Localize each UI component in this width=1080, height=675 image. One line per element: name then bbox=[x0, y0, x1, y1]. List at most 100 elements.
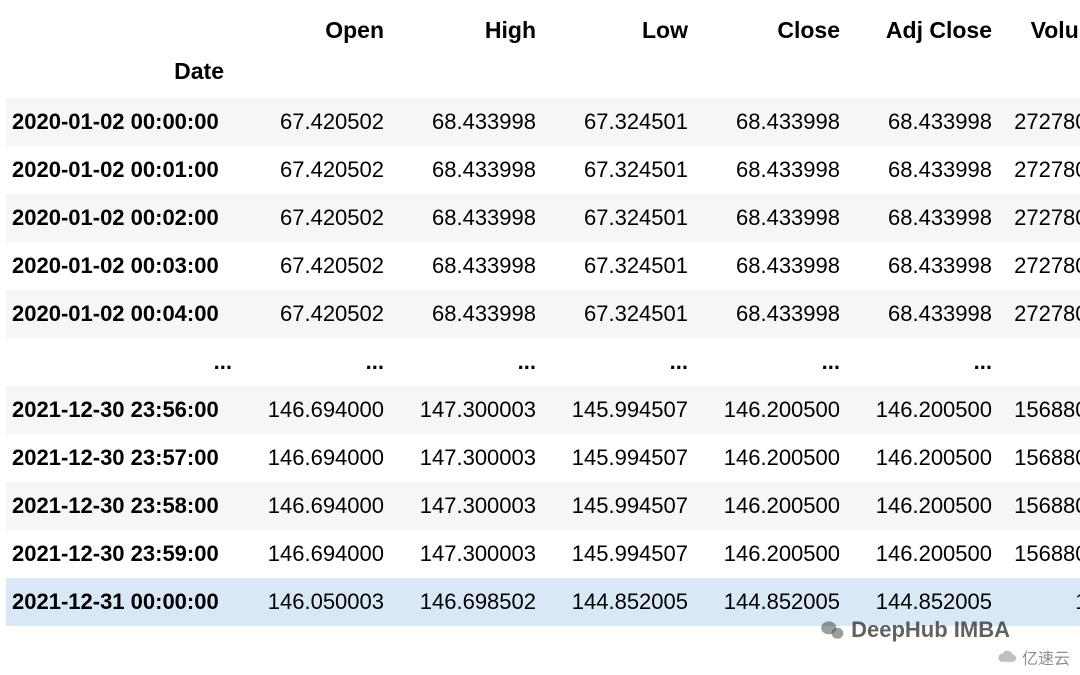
cell: 147.300003 bbox=[384, 386, 536, 434]
col-open: Open bbox=[232, 6, 384, 54]
row-index: 2020-01-02 00:00:00 bbox=[6, 98, 232, 146]
cell: 68.433998 bbox=[688, 98, 840, 146]
cell: 146.050003 bbox=[232, 578, 384, 626]
cell: 27278000 bbox=[992, 194, 1080, 242]
col-adj-close: Adj Close bbox=[840, 6, 992, 54]
cell: 145.994507 bbox=[536, 530, 688, 578]
cell: 15688000 bbox=[992, 434, 1080, 482]
cell: 68.433998 bbox=[688, 290, 840, 338]
cell: 146.200500 bbox=[688, 530, 840, 578]
cell: 68.433998 bbox=[384, 194, 536, 242]
table-row: 2021-12-30 23:56:00146.694000147.3000031… bbox=[6, 386, 1080, 434]
cell: 146.200500 bbox=[840, 530, 992, 578]
table-row: 2020-01-02 00:02:0067.42050268.43399867.… bbox=[6, 194, 1080, 242]
cell: ... bbox=[840, 338, 992, 386]
row-index: 2021-12-30 23:57:00 bbox=[6, 434, 232, 482]
cell: 68.433998 bbox=[688, 146, 840, 194]
cell: 68.433998 bbox=[840, 242, 992, 290]
row-index: 2021-12-31 00:00:00 bbox=[6, 578, 232, 626]
row-index: 2020-01-02 00:03:00 bbox=[6, 242, 232, 290]
row-index: 2020-01-02 00:01:00 bbox=[6, 146, 232, 194]
cell: 68.433998 bbox=[688, 194, 840, 242]
cell: 67.324501 bbox=[536, 290, 688, 338]
cloud-icon bbox=[996, 649, 1018, 665]
ellipsis-row: ..................... bbox=[6, 338, 1080, 386]
row-index: 2020-01-02 00:04:00 bbox=[6, 290, 232, 338]
table-row: 2020-01-02 00:03:0067.42050268.43399867.… bbox=[6, 242, 1080, 290]
cell: 146.200500 bbox=[688, 386, 840, 434]
cell: 147.300003 bbox=[384, 434, 536, 482]
cell: 27278000 bbox=[992, 146, 1080, 194]
cell: 144.852005 bbox=[840, 578, 992, 626]
cell: 146.694000 bbox=[232, 482, 384, 530]
index-label-row: Date bbox=[6, 54, 1080, 98]
cell: 68.433998 bbox=[840, 146, 992, 194]
table-row: 2020-01-02 00:01:0067.42050268.43399867.… bbox=[6, 146, 1080, 194]
cell: 146.698502 bbox=[384, 578, 536, 626]
cell: 15688000 bbox=[992, 386, 1080, 434]
dataframe-table: Open High Low Close Adj Close Volume Dat… bbox=[6, 6, 1080, 626]
table-row: 2020-01-02 00:04:0067.42050268.43399867.… bbox=[6, 290, 1080, 338]
col-volume: Volume bbox=[992, 6, 1080, 54]
cell: 68.433998 bbox=[384, 290, 536, 338]
cell: 146.200500 bbox=[840, 482, 992, 530]
cell: 67.420502 bbox=[232, 98, 384, 146]
cell: 146.694000 bbox=[232, 530, 384, 578]
table-row: 2021-12-30 23:58:00146.694000147.3000031… bbox=[6, 482, 1080, 530]
cell: 27278000 bbox=[992, 242, 1080, 290]
cell: 144.852005 bbox=[536, 578, 688, 626]
cell: 68.433998 bbox=[840, 194, 992, 242]
watermark-secondary: 亿速云 bbox=[996, 645, 1070, 669]
cell: 15688000 bbox=[992, 530, 1080, 578]
cell: 67.324501 bbox=[536, 146, 688, 194]
col-low: Low bbox=[536, 6, 688, 54]
cell: ... bbox=[232, 338, 384, 386]
cell: 181 bbox=[992, 578, 1080, 626]
row-index: 2020-01-02 00:02:00 bbox=[6, 194, 232, 242]
cell: 68.433998 bbox=[384, 242, 536, 290]
cell: 67.324501 bbox=[536, 242, 688, 290]
column-header-row: Open High Low Close Adj Close Volume bbox=[6, 6, 1080, 54]
cell: 146.200500 bbox=[688, 434, 840, 482]
cell: 68.433998 bbox=[688, 242, 840, 290]
cell: 68.433998 bbox=[840, 98, 992, 146]
col-close: Close bbox=[688, 6, 840, 54]
cell: 27278000 bbox=[992, 290, 1080, 338]
cell: 147.300003 bbox=[384, 530, 536, 578]
cell: 145.994507 bbox=[536, 482, 688, 530]
row-index: 2021-12-30 23:58:00 bbox=[6, 482, 232, 530]
cell: ... bbox=[688, 338, 840, 386]
cell: 15688000 bbox=[992, 482, 1080, 530]
row-index: ... bbox=[6, 338, 232, 386]
cell: 146.200500 bbox=[688, 482, 840, 530]
cell: ... bbox=[384, 338, 536, 386]
row-index: 2021-12-30 23:59:00 bbox=[6, 530, 232, 578]
cell: 144.852005 bbox=[688, 578, 840, 626]
table-row: 2020-01-02 00:00:0067.42050268.43399867.… bbox=[6, 98, 1080, 146]
table-row: 2021-12-30 23:59:00146.694000147.3000031… bbox=[6, 530, 1080, 578]
cell: 146.694000 bbox=[232, 434, 384, 482]
cell: 145.994507 bbox=[536, 386, 688, 434]
cell: 68.433998 bbox=[840, 290, 992, 338]
table-row: 2021-12-30 23:57:00146.694000147.3000031… bbox=[6, 434, 1080, 482]
cell: 67.420502 bbox=[232, 242, 384, 290]
cell: 68.433998 bbox=[384, 98, 536, 146]
cell: 146.200500 bbox=[840, 386, 992, 434]
cell: 67.420502 bbox=[232, 146, 384, 194]
col-high: High bbox=[384, 6, 536, 54]
cell: 146.694000 bbox=[232, 386, 384, 434]
cell: 145.994507 bbox=[536, 434, 688, 482]
cell: 147.300003 bbox=[384, 482, 536, 530]
cell: 67.324501 bbox=[536, 98, 688, 146]
cell: 67.420502 bbox=[232, 290, 384, 338]
cell: 68.433998 bbox=[384, 146, 536, 194]
cell: 67.324501 bbox=[536, 194, 688, 242]
watermark-secondary-text: 亿速云 bbox=[1022, 645, 1070, 669]
cell: 146.200500 bbox=[840, 434, 992, 482]
cell: 67.420502 bbox=[232, 194, 384, 242]
cell: ... bbox=[536, 338, 688, 386]
row-index: 2021-12-30 23:56:00 bbox=[6, 386, 232, 434]
table-row: 2021-12-31 00:00:00146.050003146.6985021… bbox=[6, 578, 1080, 626]
cell: 27278000 bbox=[992, 98, 1080, 146]
index-label: Date bbox=[6, 54, 232, 98]
